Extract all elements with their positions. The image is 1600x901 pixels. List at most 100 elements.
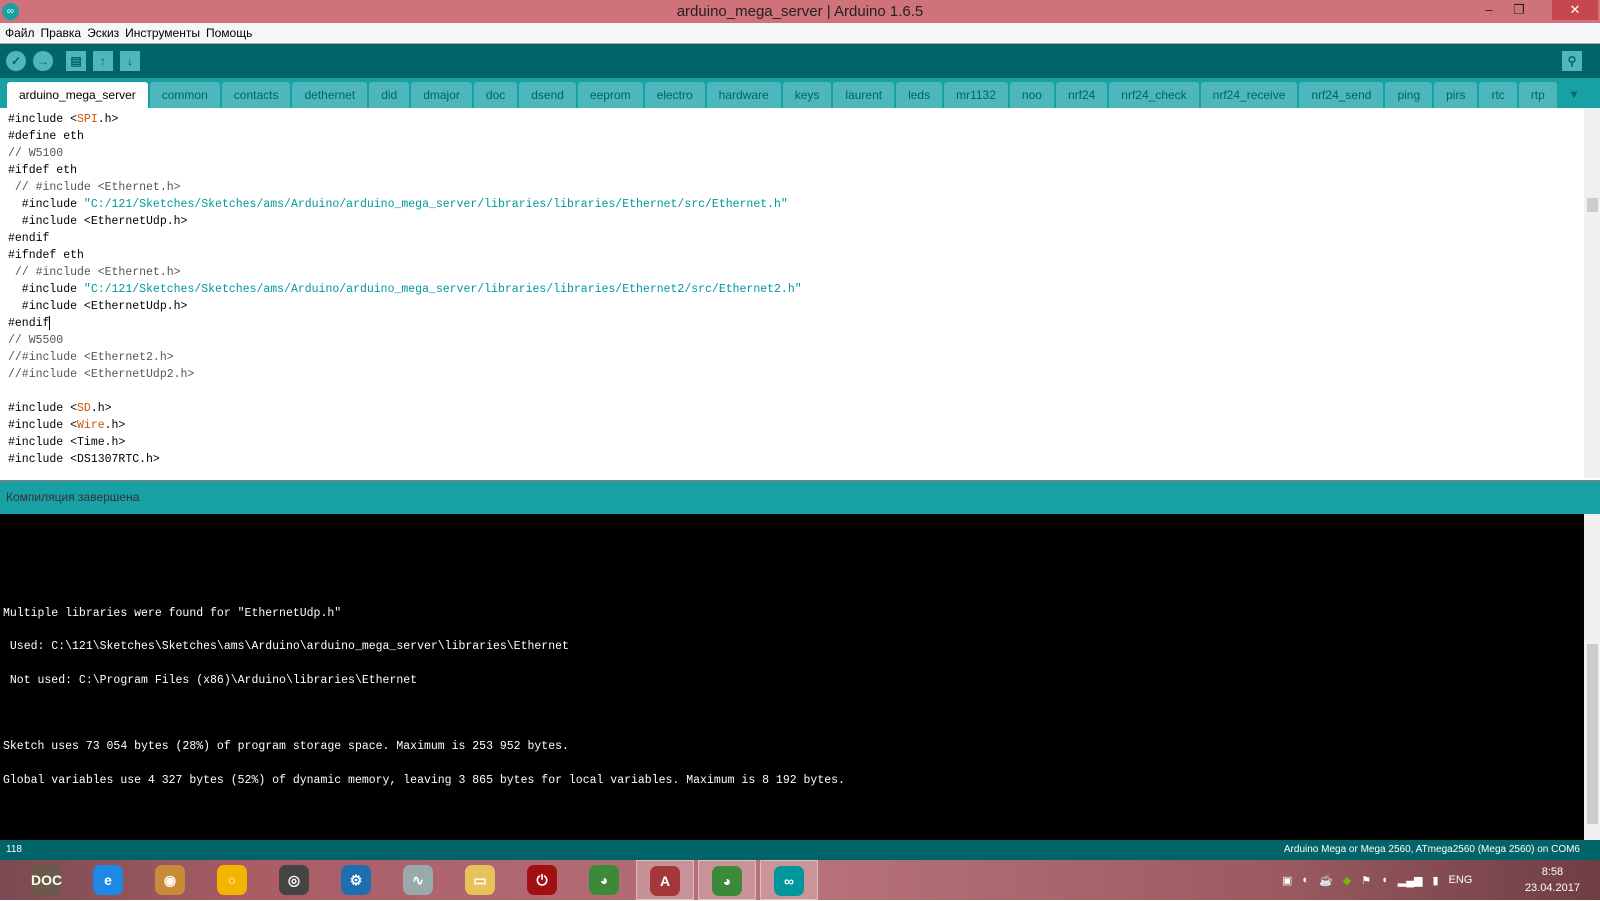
tab-did[interactable]: did <box>369 82 410 108</box>
image-app-icon: ◉ <box>155 865 185 895</box>
clock-date: 23.04.2017 <box>1524 882 1580 894</box>
tab-nrf24_check[interactable]: nrf24_check <box>1109 82 1199 108</box>
arduino-icon: ∞ <box>774 866 804 896</box>
tab-dsend[interactable]: dsend <box>519 82 576 108</box>
code-line: #include <EthernetUdp.h> <box>8 213 802 230</box>
taskbar-power-app[interactable]: ⏻ <box>526 864 558 896</box>
torrent-icon[interactable]: ◐ <box>1302 874 1309 886</box>
tab-contacts[interactable]: contacts <box>221 82 291 108</box>
tab-dmajor[interactable]: dmajor <box>411 82 472 108</box>
language-indicator[interactable]: ENG <box>1449 874 1473 886</box>
taskbar-doc-app[interactable]: DOC <box>30 864 62 896</box>
code-line: #include <SD.h> <box>8 400 802 417</box>
new-button[interactable]: ▤ <box>66 51 86 71</box>
upload-button[interactable]: → <box>33 51 53 71</box>
doc-app-icon: DOC <box>31 865 62 895</box>
tab-mr1132[interactable]: mr1132 <box>944 82 1008 108</box>
menu-bar: Файл Правка Эскиз Инструменты Помощь <box>0 23 1600 44</box>
tab-leds[interactable]: leds <box>896 82 943 108</box>
verify-button[interactable]: ✓ <box>6 51 26 71</box>
tab-noo[interactable]: noo <box>1009 82 1054 108</box>
taskbar: ▣ ◐ ☕ ◆ ⚑ ◖ ▂▄▆ ▮ ENG 8:58 23.04.2017 DO… <box>0 860 1600 900</box>
code-editor[interactable]: #include <SPI.h> #define eth// W5100 #ifde… <box>0 108 1600 478</box>
taskbar-chrome-canary[interactable]: ○ <box>216 864 248 896</box>
code-token: #include <Time.h> <box>8 436 126 449</box>
internet-explorer-icon: e <box>93 865 123 895</box>
code-token: // #include <Ethernet.h> <box>8 181 181 194</box>
code-token: SD <box>77 402 91 415</box>
taskbar-settings-app[interactable]: ⚙ <box>340 864 372 896</box>
tab-arduino_mega_server[interactable]: arduino_mega_server <box>7 82 148 108</box>
taskbar-internet-explorer[interactable]: e <box>92 864 124 896</box>
tab-common[interactable]: common <box>149 82 220 108</box>
tab-laurent[interactable]: laurent <box>833 82 895 108</box>
menu-file[interactable]: Файл <box>5 26 35 40</box>
taskbar-arduino[interactable]: ∞ <box>760 860 818 900</box>
volume-icon[interactable]: ◖ <box>1381 874 1388 886</box>
signal-icon[interactable]: ▂▄▆ <box>1398 874 1423 887</box>
code-token: #include <EthernetUdp.h> <box>8 300 188 313</box>
tab-dethernet[interactable]: dethernet <box>292 82 368 108</box>
tab-rtp[interactable]: rtp <box>1518 82 1557 108</box>
tab-keys[interactable]: keys <box>782 82 832 108</box>
line-number: 118 <box>6 844 22 855</box>
open-button[interactable]: ↑ <box>93 51 113 71</box>
speaker-app-icon: ◎ <box>279 865 309 895</box>
nvidia-icon[interactable]: ◆ <box>1343 874 1351 887</box>
menu-tools[interactable]: Инструменты <box>125 26 200 40</box>
action-center-flag-icon[interactable]: ⚑ <box>1361 874 1371 887</box>
code-line: // W5500 <box>8 332 802 349</box>
tab-hardware[interactable]: hardware <box>706 82 781 108</box>
console-scrollbar[interactable] <box>1584 514 1600 840</box>
taskbar-chrome[interactable]: ◕ <box>588 864 620 896</box>
code-line: #endif <box>8 315 802 332</box>
board-info: Arduino Mega or Mega 2560, ATmega2560 (M… <box>1283 844 1580 855</box>
code-token: // W5100 <box>8 147 64 160</box>
close-button[interactable]: ✕ <box>1552 0 1598 20</box>
code-token: //#include <Ethernet2.h> <box>8 351 174 364</box>
tab-eeprom[interactable]: eeprom <box>577 82 643 108</box>
serial-monitor-button[interactable]: ⚲ <box>1562 51 1582 71</box>
tab-doc[interactable]: doc <box>473 82 518 108</box>
code-token: #include < <box>8 419 78 432</box>
taskbar-speaker-app[interactable]: ◎ <box>278 864 310 896</box>
restore-button[interactable]: ❐ <box>1504 0 1534 20</box>
tab-rtc[interactable]: rtc <box>1479 82 1517 108</box>
window-title: arduino_mega_server | Arduino 1.6.5 <box>676 3 924 20</box>
chrome-canary-icon: ○ <box>217 865 247 895</box>
code-token: #include < <box>8 113 78 126</box>
taskbar-access[interactable]: A <box>636 860 694 900</box>
tab-ping[interactable]: ping <box>1385 82 1433 108</box>
network-app-icon[interactable]: ▣ <box>1282 874 1292 887</box>
code-token: // #include <Ethernet.h> <box>8 266 181 279</box>
menu-help[interactable]: Помощь <box>206 26 252 40</box>
editor-scrollbar[interactable] <box>1584 108 1600 478</box>
tab-nrf24_send[interactable]: nrf24_send <box>1299 82 1384 108</box>
tab-electro[interactable]: electro <box>644 82 705 108</box>
console-output: Multiple libraries were found for "Ether… <box>0 514 1584 840</box>
tab-pirs[interactable]: pirs <box>1434 82 1478 108</box>
console-scroll-thumb[interactable] <box>1587 644 1598 824</box>
java-icon[interactable]: ☕ <box>1319 874 1333 887</box>
tab-nrf24_receive[interactable]: nrf24_receive <box>1200 82 1298 108</box>
taskbar-chrome-user[interactable]: ◕ <box>698 860 756 900</box>
menu-edit[interactable]: Правка <box>41 26 82 40</box>
code-token: #include <DS1307RTC.h> <box>8 453 160 466</box>
tab-nrf24[interactable]: nrf24 <box>1055 82 1108 108</box>
taskbar-image-app[interactable]: ◉ <box>154 864 186 896</box>
menu-sketch[interactable]: Эскиз <box>87 26 119 40</box>
save-button[interactable]: ↓ <box>120 51 140 71</box>
code-token: #include <box>8 283 84 296</box>
code-token: #endif <box>8 232 50 245</box>
minimize-button[interactable]: ‒ <box>1474 0 1504 20</box>
taskbar-file-explorer[interactable]: ▭ <box>464 864 496 896</box>
sketch-tabs: arduino_mega_server common contacts dethern… <box>0 78 1600 108</box>
code-text[interactable]: #include <SPI.h> #define eth// W5100 #ifde… <box>8 111 802 468</box>
clock[interactable]: 8:58 23.04.2017 <box>1525 864 1580 896</box>
tabs-menu-button[interactable]: ▼ <box>1564 84 1584 106</box>
editor-scroll-thumb[interactable] <box>1587 198 1598 212</box>
taskbar-monitor-app[interactable]: ∿ <box>402 864 434 896</box>
battery-icon[interactable]: ▮ <box>1432 874 1438 887</box>
code-token: #define eth <box>8 130 84 143</box>
